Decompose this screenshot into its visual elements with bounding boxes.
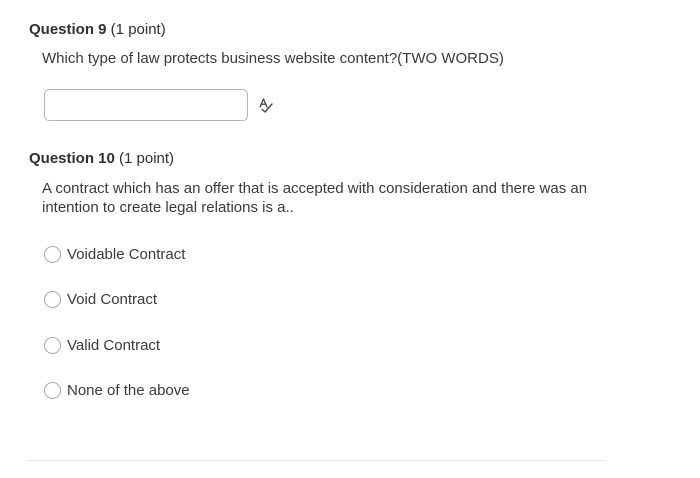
question-9-points: (1 point) — [106, 21, 166, 38]
divider — [28, 460, 606, 461]
option-label: None of the above — [67, 381, 190, 399]
question-10-points: (1 point) — [114, 150, 175, 167]
option-none-of-the-above[interactable]: None of the above — [44, 379, 190, 401]
option-void-contract[interactable]: Void Contract — [44, 288, 157, 310]
radio-button[interactable] — [44, 290, 61, 308]
radio-button[interactable] — [44, 245, 61, 263]
question-9-text: Which type of law protects business webs… — [42, 50, 504, 67]
question-10-text: A contract which has an offer that is ac… — [42, 180, 588, 216]
option-label: Void Contract — [67, 290, 158, 308]
spell-check-icon[interactable] — [257, 96, 275, 114]
option-label: Valid Contract — [67, 336, 161, 354]
option-valid-contract[interactable]: Valid Contract — [44, 334, 160, 356]
question-10-heading: Question 10 (1 point) — [29, 149, 174, 169]
option-label: Voidable Contract — [67, 245, 186, 263]
question-9-number: Question 9 — [29, 21, 107, 38]
question-10-number: Question 10 — [29, 150, 115, 167]
question-9-heading: Question 9 (1 point) — [29, 20, 166, 40]
radio-button[interactable] — [44, 381, 61, 399]
question-9-answer-input[interactable] — [44, 89, 248, 121]
radio-button[interactable] — [44, 336, 61, 354]
option-voidable-contract[interactable]: Voidable Contract — [44, 243, 185, 265]
